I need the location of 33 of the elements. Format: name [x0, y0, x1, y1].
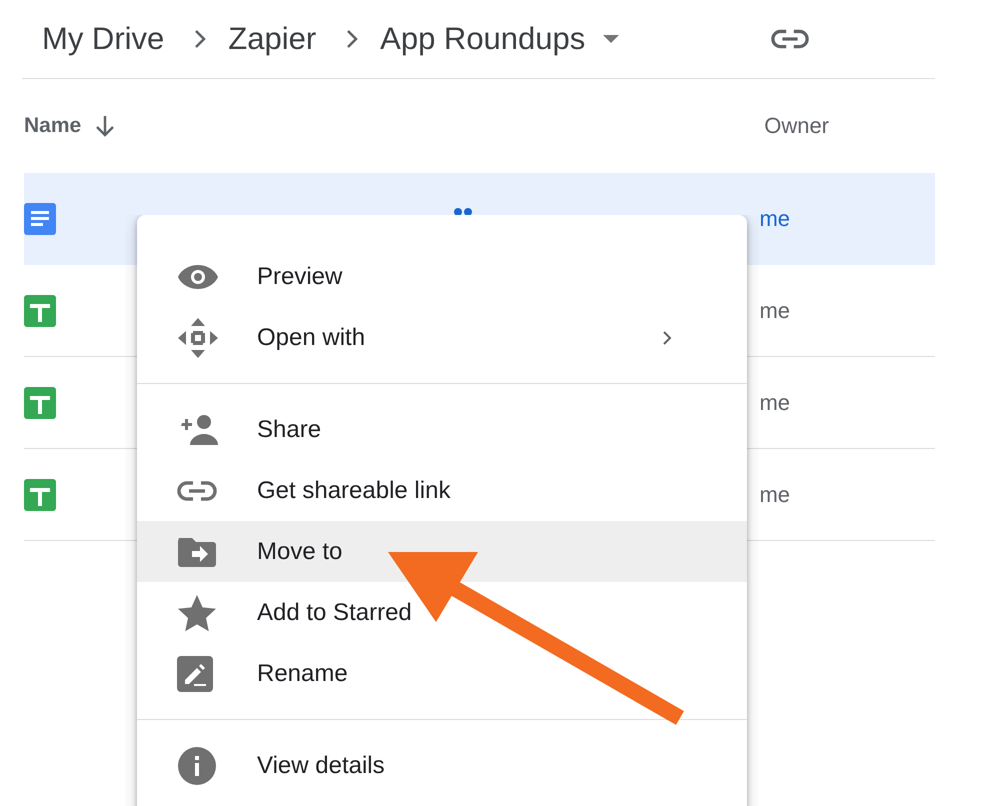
- menu-item[interactable]: Open with: [137, 307, 747, 368]
- menu-item[interactable]: Move to: [137, 521, 747, 582]
- breadcrumb-item[interactable]: My Drive: [42, 21, 164, 57]
- link-icon: [177, 480, 217, 502]
- column-header[interactable]: Owner: [764, 113, 829, 139]
- owner-cell: me: [759, 482, 790, 508]
- sort-arrow-icon[interactable]: [95, 115, 116, 137]
- star-icon: [177, 594, 217, 632]
- link-icon[interactable]: [771, 28, 809, 50]
- move-icon: [177, 316, 219, 358]
- menu-item[interactable]: Share: [137, 399, 747, 460]
- owner-cell: me: [759, 206, 790, 232]
- menu-item[interactable]: Get shareable link: [137, 460, 747, 521]
- breadcrumb-item[interactable]: Zapier: [228, 21, 316, 57]
- info-icon: [177, 746, 217, 786]
- rename-icon: [177, 656, 213, 692]
- column-header[interactable]: Name: [24, 114, 82, 138]
- owner-cell: me: [759, 390, 790, 416]
- menu-item[interactable]: Rename: [137, 643, 747, 704]
- menu-item[interactable]: Add to Starred: [137, 582, 747, 643]
- spreadsheet-icon: [24, 294, 56, 326]
- chevron-icon: [194, 29, 206, 49]
- folder-move-icon: [177, 536, 217, 568]
- menu-item[interactable]: Preview: [137, 246, 747, 307]
- breadcrumb-item[interactable]: App Roundups: [380, 21, 586, 57]
- spreadsheet-icon: [24, 386, 56, 418]
- owner-cell: me: [759, 298, 790, 324]
- document-icon: [24, 202, 56, 234]
- spreadsheet-icon: [24, 478, 56, 510]
- eye-icon: [177, 264, 219, 290]
- menu-item[interactable]: View details: [137, 735, 747, 796]
- dropdown-caret-icon[interactable]: [603, 35, 620, 43]
- chevron-icon: [346, 29, 358, 49]
